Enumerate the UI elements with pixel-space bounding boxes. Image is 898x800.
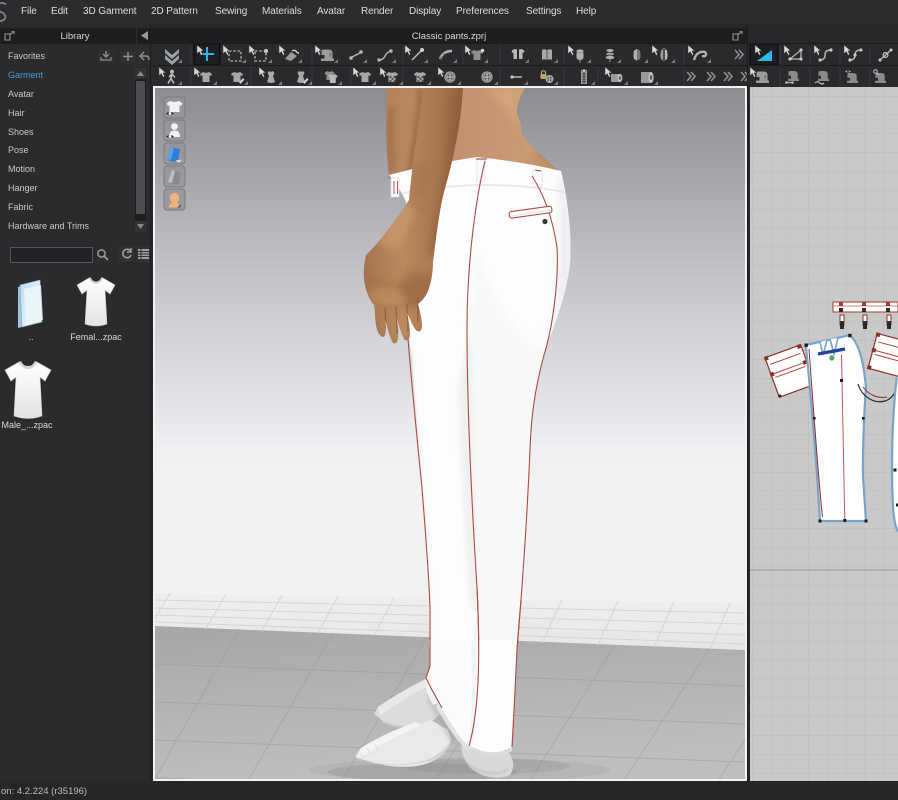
svg-text:..: .. xyxy=(28,332,33,342)
svg-text:Male_...zpac: Male_...zpac xyxy=(1,420,53,430)
svg-text:Femal...zpac: Femal...zpac xyxy=(70,332,122,342)
